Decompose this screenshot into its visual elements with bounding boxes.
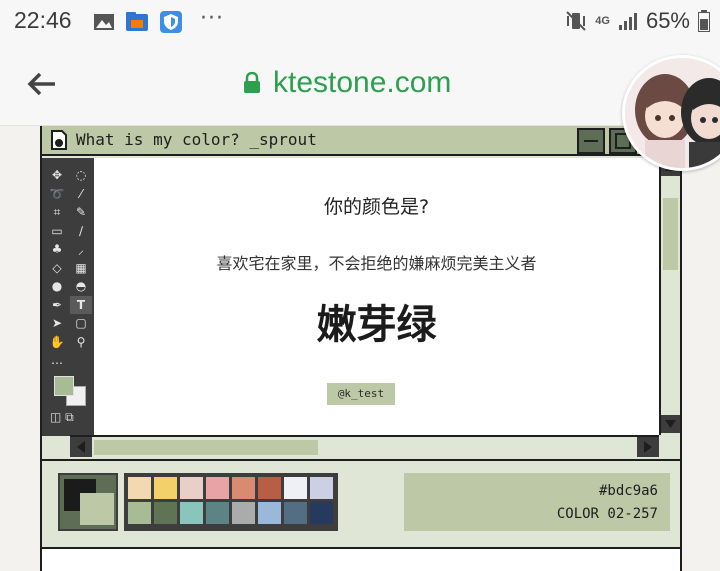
- palette-swatch[interactable]: [154, 502, 177, 524]
- network-type: 4G: [595, 15, 610, 27]
- battery-icon: [698, 10, 710, 32]
- arrow-left-icon: [77, 441, 85, 453]
- blur-tool-icon[interactable]: ●: [46, 277, 68, 295]
- heal-tool-icon[interactable]: ▭: [46, 222, 68, 240]
- current-light-swatch: [80, 493, 114, 525]
- color-info-box: #bdc9a6 COLOR 02-257: [404, 473, 670, 531]
- document-icon: [51, 130, 67, 150]
- palette-swatch[interactable]: [206, 477, 229, 499]
- palette-swatch[interactable]: [180, 477, 203, 499]
- battery-percent: 65%: [645, 8, 690, 33]
- color-code: COLOR 02-257: [556, 506, 658, 522]
- result-question: 你的颜色是?: [323, 196, 430, 218]
- result-description: 喜欢宅在家里，不会拒绝的嫌麻烦完美主义者: [216, 254, 537, 273]
- empty-tool-slot: [70, 351, 92, 369]
- avatar-illustration: [625, 58, 720, 168]
- pen-tool-icon[interactable]: ✒: [46, 296, 68, 314]
- current-color-swatch[interactable]: [58, 473, 118, 531]
- back-arrow-icon[interactable]: [26, 68, 58, 100]
- scroll-down-button[interactable]: [661, 415, 680, 433]
- browser-url-bar: ktestone.com: [0, 46, 720, 126]
- magic-wand-icon[interactable]: ⁄: [70, 185, 92, 203]
- tool-grid: ✥ ◌ ➰ ⁄ ⌗ ✎ ▭ ∕ ♣ ⸝ ◇ ▦ ● ◓ ✒ T ➤ ▢ ✋ ⚲ …: [46, 166, 92, 370]
- status-bar: 22:46 ··· 4G 65%: [0, 0, 720, 46]
- palette-swatch[interactable]: [232, 477, 255, 499]
- move-tool-icon[interactable]: ✥: [46, 166, 68, 184]
- color-palette: [124, 473, 338, 531]
- lasso-tool-icon[interactable]: ➰: [46, 185, 68, 203]
- shape-tool-icon[interactable]: ▢: [70, 314, 92, 332]
- toolbox: ✥ ◌ ➰ ⁄ ⌗ ✎ ▭ ∕ ♣ ⸝ ◇ ▦ ● ◓ ✒ T ➤ ▢ ✋ ⚲ …: [42, 158, 94, 436]
- eraser-tool-icon[interactable]: ◇: [46, 259, 68, 277]
- zoom-tool-icon[interactable]: ⚲: [70, 333, 92, 351]
- horizontal-scroll-thumb[interactable]: [94, 440, 318, 455]
- url-field[interactable]: ktestone.com: [243, 66, 451, 100]
- clock: 22:46: [14, 7, 72, 33]
- more-notifications-icon: ···: [200, 6, 224, 31]
- eyedropper-icon[interactable]: ✎: [70, 203, 92, 221]
- palette-swatch[interactable]: [310, 477, 333, 499]
- vibrate-mute-icon: [566, 11, 586, 31]
- color-panel: #bdc9a6 COLOR 02-257: [42, 459, 680, 547]
- palette-swatch[interactable]: [180, 502, 203, 524]
- palette-swatch[interactable]: [258, 477, 281, 499]
- arrow-down-icon: [665, 420, 676, 428]
- foreground-color-swatch[interactable]: [54, 376, 74, 396]
- lock-icon: [244, 72, 260, 93]
- palette-swatch[interactable]: [128, 477, 151, 499]
- window-titlebar: What is my color? _sprout: [42, 126, 680, 156]
- history-brush-icon[interactable]: ⸝: [70, 240, 92, 258]
- text-tool-icon[interactable]: T: [70, 295, 92, 314]
- app-window: What is my color? _sprout ✥ ◌ ➰ ⁄ ⌗ ✎ ▭ …: [40, 126, 682, 571]
- palette-swatch[interactable]: [232, 502, 255, 524]
- palette-swatch[interactable]: [128, 502, 151, 524]
- url-text: ktestone.com: [273, 66, 452, 99]
- palette-swatch[interactable]: [206, 502, 229, 524]
- shield-icon: [160, 11, 182, 33]
- scroll-right-button[interactable]: [637, 437, 659, 457]
- color-hex: #bdc9a6: [598, 483, 658, 499]
- minimize-button[interactable]: [577, 128, 605, 154]
- files-icon: [126, 12, 148, 31]
- result-canvas: 你的颜色是? 喜欢宅在家里，不会拒绝的嫌麻烦完美主义者 嫩芽绿 @k_test: [94, 158, 659, 435]
- more-tools-icon[interactable]: …: [46, 351, 68, 369]
- notification-icons: [93, 10, 183, 34]
- select-tool-icon[interactable]: ➤: [46, 314, 68, 332]
- window-title: What is my color? _sprout: [76, 130, 317, 149]
- signal-icon: [618, 13, 637, 30]
- arrow-right-icon: [644, 441, 652, 453]
- gradient-tool-icon[interactable]: ▦: [70, 259, 92, 277]
- system-icons: 4G 65%: [565, 8, 710, 34]
- stamp-tool-icon[interactable]: ♣: [46, 240, 68, 258]
- site-tag: @k_test: [327, 383, 395, 405]
- window-bottom-bar: [42, 547, 680, 571]
- palette-swatch[interactable]: [310, 502, 333, 524]
- scroll-left-button[interactable]: [70, 437, 92, 457]
- horizontal-scrollbar[interactable]: [70, 435, 659, 457]
- vertical-scrollbar[interactable]: [659, 158, 680, 435]
- palette-swatch[interactable]: [154, 477, 177, 499]
- minimize-icon: [584, 140, 598, 142]
- palette-swatch[interactable]: [258, 502, 281, 524]
- mode-icons[interactable]: ◫ ⧉: [50, 410, 74, 425]
- crop-tool-icon[interactable]: ⌗: [46, 203, 68, 221]
- gallery-icon: [94, 14, 114, 30]
- page-margin-left: [0, 126, 40, 571]
- vertical-scroll-thumb[interactable]: [663, 198, 678, 270]
- dodge-tool-icon[interactable]: ◓: [70, 277, 92, 295]
- palette-swatch[interactable]: [284, 477, 307, 499]
- marquee-tool-icon[interactable]: ◌: [70, 166, 92, 184]
- hand-tool-icon[interactable]: ✋: [46, 333, 68, 351]
- palette-swatch[interactable]: [284, 502, 307, 524]
- result-color-name: 嫩芽绿: [316, 302, 437, 348]
- brush-tool-icon[interactable]: ∕: [70, 222, 92, 240]
- page-margin-right: [682, 126, 720, 571]
